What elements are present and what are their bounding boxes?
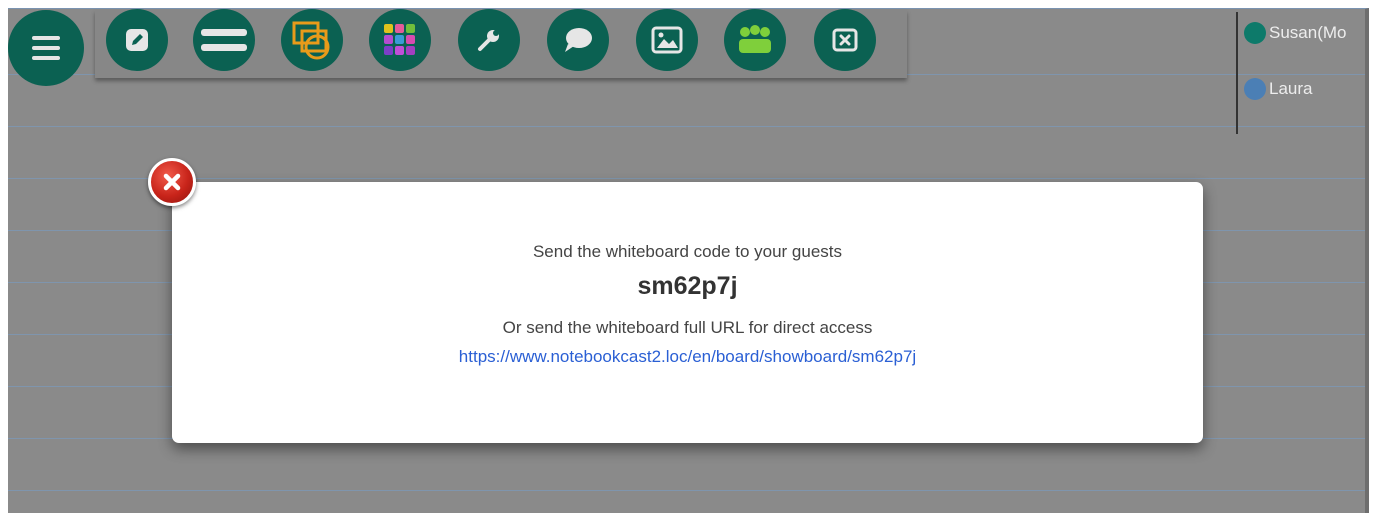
settings-button[interactable] (458, 9, 520, 71)
chat-button[interactable] (547, 9, 609, 71)
menu-button[interactable] (8, 10, 84, 86)
participant-item[interactable]: Susan(Mo (1244, 22, 1368, 44)
color-palette-button[interactable] (369, 9, 431, 71)
share-code-dialog: Send the whiteboard code to your guests … (172, 182, 1203, 443)
participant-name: Laura (1269, 79, 1313, 98)
participant-name: Susan(Mo (1269, 23, 1347, 42)
window-edge (1369, 8, 1385, 513)
shapes-icon (292, 21, 330, 60)
close-icon (163, 173, 181, 191)
url-instruction: Or send the whiteboard full URL for dire… (502, 318, 873, 337)
participant-status-icon (1244, 78, 1266, 100)
image-button[interactable] (636, 9, 698, 71)
participant-item[interactable]: Laura (1244, 78, 1368, 100)
edit-button[interactable] (106, 9, 168, 71)
whiteboard-url-link[interactable]: https://www.notebookcast2.loc/en/board/s… (172, 347, 1203, 367)
users-icon (739, 25, 771, 53)
participant-status-icon (1244, 22, 1266, 44)
close-board-icon (832, 28, 858, 52)
menu-icon (32, 36, 60, 60)
wrench-icon (478, 30, 499, 51)
participants-panel: Susan(Mo Laura (1236, 12, 1369, 134)
whiteboard-code: sm62p7j (637, 272, 738, 300)
shapes-button[interactable] (281, 9, 343, 71)
users-button[interactable] (724, 9, 786, 71)
color-palette-icon (384, 24, 415, 55)
dialog-close-button[interactable] (148, 158, 196, 206)
close-board-button[interactable] (814, 9, 876, 71)
chat-icon (565, 28, 592, 52)
image-icon (651, 26, 683, 54)
lines-button[interactable] (193, 9, 255, 71)
edit-icon (126, 29, 148, 51)
share-instruction: Send the whiteboard code to your guests (532, 242, 843, 261)
lines-icon (201, 29, 247, 51)
